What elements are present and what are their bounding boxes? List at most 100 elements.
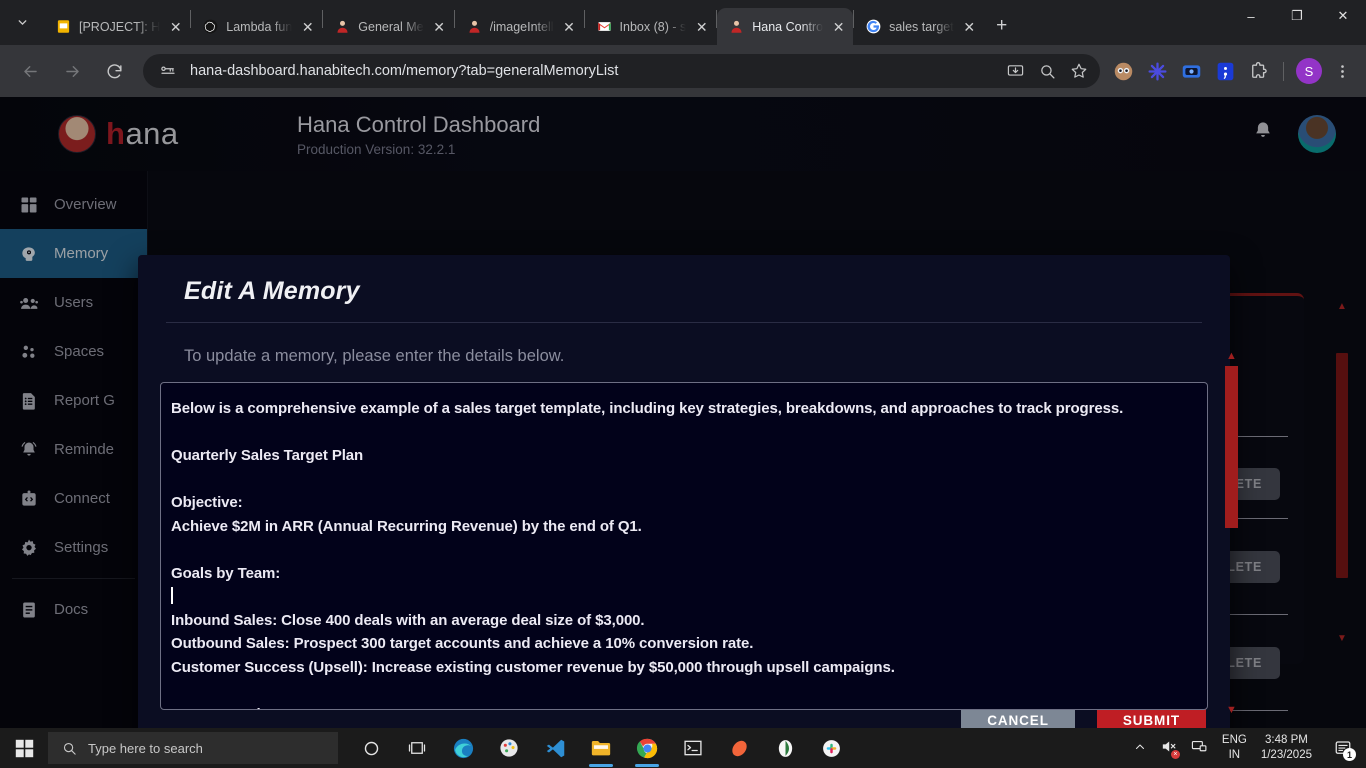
edge-icon[interactable] — [442, 728, 484, 768]
close-button[interactable]: ✕ — [1320, 0, 1366, 32]
textarea-line: Below is a comprehensive example of a sa… — [171, 400, 1124, 417]
extension-asterisk-icon[interactable] — [1143, 57, 1171, 85]
search-icon — [63, 742, 76, 755]
postman-icon[interactable] — [718, 728, 760, 768]
tab-search-icon[interactable] — [0, 0, 44, 45]
system-tray: × ENG IN 3:48 PM 1/23/2025 1 — [1134, 728, 1366, 768]
clock-time: 3:48 PM — [1265, 734, 1308, 746]
cortana-icon[interactable] — [350, 728, 392, 768]
network-icon[interactable] — [1191, 738, 1208, 758]
slides-icon — [55, 18, 72, 35]
tab-close-icon[interactable]: ✕ — [830, 18, 847, 35]
site-info-icon[interactable] — [159, 62, 177, 80]
start-button[interactable] — [0, 728, 48, 768]
clock[interactable]: 3:48 PM 1/23/2025 — [1261, 733, 1312, 763]
search-icon[interactable] — [1032, 56, 1062, 86]
windows-taskbar: Type here to search × ENG IN 3:48 PM 1/2… — [0, 728, 1366, 768]
textarea-line: Outbound Sales: Prospect 300 target acco… — [171, 635, 754, 652]
minimize-button[interactable]: – — [1228, 0, 1274, 32]
tab-title: /imageIntell — [489, 19, 554, 34]
textarea-line — [171, 421, 1189, 445]
browser-tab[interactable]: Inbox (8) - s ✕ — [585, 8, 717, 45]
tab-close-icon[interactable]: ✕ — [961, 18, 978, 35]
url-text: hana-dashboard.hanabitech.com/memory?tab… — [190, 63, 619, 79]
chrome-icon[interactable] — [626, 728, 668, 768]
mute-badge: × — [1170, 750, 1180, 759]
extension-capture-icon[interactable] — [1177, 57, 1205, 85]
file-explorer-icon[interactable] — [580, 728, 622, 768]
install-app-icon[interactable] — [1000, 56, 1030, 86]
textarea-line — [171, 585, 1189, 609]
google-icon — [865, 18, 882, 35]
mongodb-icon[interactable] — [764, 728, 806, 768]
browser-tab[interactable]: General Me ✕ — [323, 8, 453, 45]
taskbar-search[interactable]: Type here to search — [48, 732, 338, 764]
bookmark-star-icon[interactable] — [1064, 56, 1094, 86]
gmail-icon — [596, 18, 613, 35]
forward-icon[interactable] — [55, 54, 89, 88]
language-code: ENG — [1221, 734, 1247, 746]
reload-icon[interactable] — [97, 54, 131, 88]
browser-window: [PROJECT]: H ✕ Lambda fun ✕ General Me ✕/imag… — [0, 0, 1366, 768]
task-view-icon[interactable] — [396, 728, 438, 768]
memory-textarea-wrapper: Below is a comprehensive example of a sa… — [160, 350, 1238, 716]
region-code: IN — [1228, 749, 1241, 761]
toolbar-divider — [1283, 61, 1284, 81]
textarea-line: Objective: — [171, 494, 243, 511]
textarea-line — [171, 468, 1189, 492]
textarea-scrollbar[interactable]: ▲ ▼ — [1225, 344, 1238, 716]
tab-title: General Me — [358, 19, 424, 34]
dialog-subtitle: To update a memory, please enter the det… — [184, 347, 565, 365]
input-language[interactable]: ENG IN — [1222, 733, 1247, 763]
extension-owl-icon[interactable] — [1109, 57, 1137, 85]
textarea-line: Inbound Sales: Close 400 deals with an a… — [171, 611, 645, 629]
taskbar-search-placeholder: Type here to search — [88, 740, 203, 756]
new-tab-button[interactable]: + — [988, 12, 1016, 40]
tab-title: Inbox (8) - s — [619, 19, 687, 34]
profile-avatar[interactable]: S — [1296, 58, 1322, 84]
extensions-puzzle-icon[interactable] — [1245, 57, 1273, 85]
action-center-icon[interactable]: 1 — [1326, 728, 1360, 768]
textarea-scroll-down-icon[interactable]: ▼ — [1226, 704, 1237, 716]
maximize-button[interactable]: ❐ — [1274, 0, 1320, 32]
browser-tab[interactable]: [PROJECT]: H ✕ — [44, 8, 190, 45]
tab-list: [PROJECT]: H ✕ Lambda fun ✕ General Me ✕/imag… — [44, 0, 984, 45]
hana-icon — [466, 18, 483, 35]
tab-close-icon[interactable]: ✕ — [561, 18, 578, 35]
omnibox-actions — [1000, 56, 1094, 86]
slack-icon[interactable] — [810, 728, 852, 768]
textarea-line: KPIs to Monitor: — [171, 703, 1189, 710]
tab-close-icon[interactable]: ✕ — [299, 18, 316, 35]
window-controls: – ❐ ✕ — [1228, 0, 1366, 45]
paint-icon[interactable] — [488, 728, 530, 768]
address-bar[interactable]: hana-dashboard.hanabitech.com/memory?tab… — [143, 54, 1100, 88]
vscode-icon[interactable] — [534, 728, 576, 768]
tab-title: Hana Contro — [752, 19, 824, 34]
browser-tab[interactable]: sales target ✕ — [854, 8, 984, 45]
chrome-menu-icon[interactable] — [1327, 56, 1357, 86]
text-cursor — [171, 587, 173, 604]
notification-badge: 1 — [1343, 748, 1356, 761]
taskbar-app-icons — [350, 728, 852, 768]
textarea-scroll-up-icon[interactable]: ▲ — [1226, 350, 1237, 362]
tray-expand-icon[interactable] — [1134, 741, 1146, 756]
browser-tab[interactable]: Lambda fun ✕ — [191, 8, 322, 45]
tab-close-icon[interactable]: ✕ — [431, 18, 448, 35]
textarea-line — [171, 679, 1189, 703]
tab-title: [PROJECT]: H — [79, 19, 161, 34]
clock-date: 1/23/2025 — [1260, 749, 1312, 761]
tab-close-icon[interactable]: ✕ — [693, 18, 710, 35]
volume-muted-icon[interactable]: × — [1160, 738, 1180, 759]
textarea-scroll-thumb[interactable] — [1225, 366, 1238, 528]
extension-grammar-icon[interactable] — [1211, 57, 1239, 85]
browser-tab[interactable]: Hana Contro ✕ — [717, 8, 854, 45]
textarea-line: Goals by Team: — [171, 564, 281, 582]
browser-tab[interactable]: /imageIntell ✕ — [455, 8, 584, 45]
terminal-icon[interactable] — [672, 728, 714, 768]
hana-icon — [334, 18, 351, 35]
memory-textarea[interactable]: Below is a comprehensive example of a sa… — [160, 382, 1208, 710]
tab-title: sales target — [889, 19, 954, 34]
tab-close-icon[interactable]: ✕ — [167, 18, 184, 35]
textarea-line: Customer Success (Upsell): Increase exis… — [171, 658, 895, 676]
back-icon[interactable] — [13, 54, 47, 88]
